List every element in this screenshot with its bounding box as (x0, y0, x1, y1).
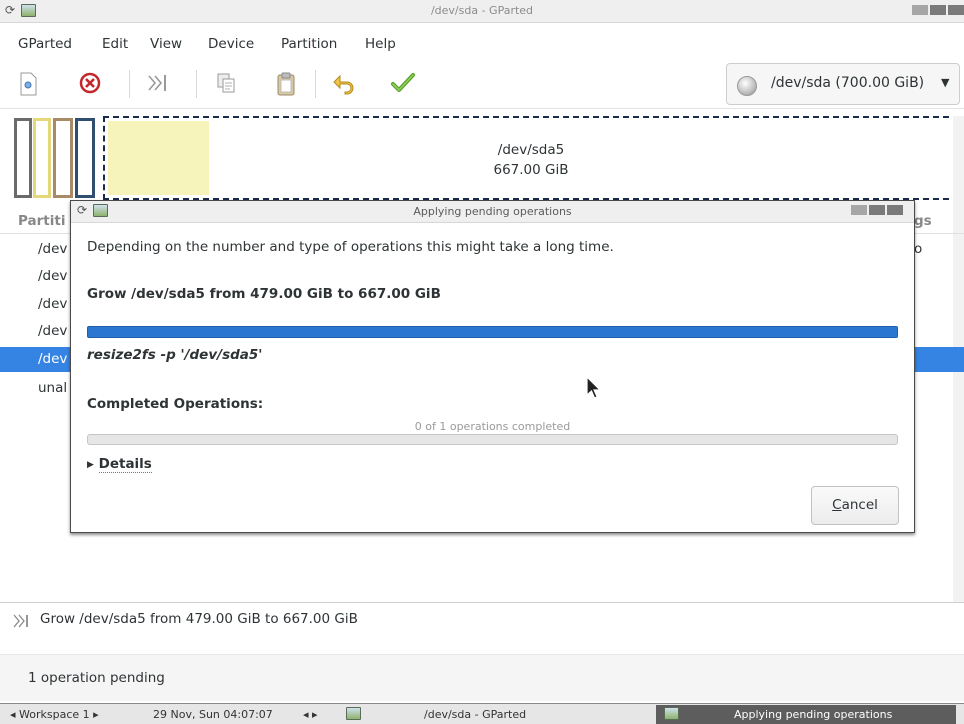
clock: 29 Nov, Sun 04:07:07 (153, 708, 273, 721)
resize-move-icon[interactable] (145, 71, 171, 97)
cancel-label-rest: ancel (841, 497, 878, 513)
completed-operations-heading: Completed Operations: (87, 396, 264, 412)
partition-size: 667.00 GiB (493, 162, 569, 178)
cancel-mnemonic: C (832, 497, 842, 513)
partition-block-1[interactable] (14, 118, 32, 198)
expander-arrow-icon: ▶ (87, 460, 94, 470)
partition-flags: o (914, 241, 923, 257)
dialog-description: Depending on the number and type of oper… (87, 239, 614, 255)
partition-block-sda5[interactable]: /dev/sda5 667.00 GiB (103, 116, 959, 200)
partition-block-label: /dev/sda5 667.00 GiB (105, 140, 957, 180)
column-header-flags[interactable]: gs (914, 213, 932, 229)
disk-map: /dev/sda5 667.00 GiB (14, 116, 959, 200)
partition-name: /dev/sda5 (497, 142, 565, 158)
minimize-button[interactable] (912, 5, 928, 15)
taskbar: ◂ Workspace 1 ▸ 29 Nov, Sun 04:07:07 ◂ ▸… (0, 703, 964, 724)
window-title: /dev/sda - GParted (430, 4, 534, 17)
cancel-button[interactable]: Cancel (811, 486, 899, 525)
mouse-pointer-icon (586, 376, 602, 399)
partition-path: /dev (38, 268, 68, 284)
clock-arrows[interactable]: ◂ ▸ (303, 708, 318, 721)
menu-help[interactable]: Help (365, 36, 396, 52)
minimize-button[interactable] (851, 205, 867, 215)
new-partition-icon[interactable] (15, 71, 41, 97)
toolbar-separator (315, 70, 316, 98)
current-operation-label: Grow /dev/sda5 from 479.00 GiB to 667.00… (87, 286, 441, 302)
column-header-partition[interactable]: Partiti (18, 213, 65, 229)
workspace-switcher[interactable]: ◂ Workspace 1 ▸ (10, 708, 99, 721)
partition-path: /dev (38, 323, 68, 339)
close-button[interactable] (887, 205, 903, 215)
window-controls[interactable] (912, 5, 964, 15)
toolbar-separator (129, 70, 130, 98)
close-button[interactable] (948, 5, 964, 15)
partition-block-2[interactable] (33, 118, 51, 198)
details-expander[interactable]: ▶ Details (87, 456, 152, 474)
task-gparted[interactable]: /dev/sda - GParted (424, 708, 526, 721)
current-operation-progress-bar (87, 326, 898, 338)
menubar: GParted Edit View Device Partition Help (0, 30, 964, 58)
partition-path: unal (38, 380, 68, 396)
menu-device[interactable]: Device (208, 36, 254, 52)
copy-icon[interactable] (213, 71, 239, 97)
apply-icon[interactable] (390, 71, 416, 97)
menu-partition[interactable]: Partition (281, 36, 337, 52)
menu-edit[interactable]: Edit (102, 36, 128, 52)
dialog-window-controls[interactable] (851, 205, 903, 215)
partition-path: /dev (38, 351, 68, 367)
harddisk-icon (737, 76, 757, 96)
partition-path: /dev (38, 241, 68, 257)
dialog-titlebar[interactable]: ⟳ Applying pending operations (71, 201, 914, 223)
pending-operations-pane: Grow /dev/sda5 from 479.00 GiB to 667.00… (0, 602, 964, 655)
menu-view[interactable]: View (150, 36, 182, 52)
current-command-label: resize2fs -p '/dev/sda5' (87, 347, 263, 363)
maximize-button[interactable] (869, 205, 885, 215)
total-progress-bar (87, 434, 898, 445)
chevron-down-icon: ▼ (941, 76, 950, 89)
device-selector[interactable]: /dev/sda (700.00 GiB) ▼ (726, 63, 960, 105)
apply-operations-dialog: ⟳ Applying pending operations Depending … (70, 200, 915, 533)
task-applying-operations[interactable]: Applying pending operations (656, 705, 956, 724)
resize-move-icon (13, 614, 28, 628)
partition-block-4[interactable] (75, 118, 95, 198)
undo-icon[interactable] (331, 71, 357, 97)
task-app-icon (346, 707, 361, 720)
toolbar-separator (196, 70, 197, 98)
device-label: /dev/sda (700.00 GiB) (771, 75, 925, 91)
window-titlebar[interactable]: ⟳ /dev/sda - GParted (0, 0, 964, 23)
task-label: Applying pending operations (734, 708, 893, 721)
paste-icon[interactable] (273, 71, 299, 97)
partition-block-3[interactable] (53, 118, 73, 198)
toolbar: /dev/sda (700.00 GiB) ▼ (0, 58, 964, 109)
menu-gparted[interactable]: GParted (18, 36, 72, 52)
completed-operations-count: 0 of 1 operations completed (414, 420, 571, 433)
task-app-icon (664, 707, 679, 720)
operation-text: Grow /dev/sda5 from 479.00 GiB to 667.00… (40, 611, 358, 627)
dialog-title: Applying pending operations (413, 205, 572, 218)
delete-icon[interactable] (77, 71, 103, 97)
status-text: 1 operation pending (28, 670, 165, 686)
partition-path: /dev (38, 296, 68, 312)
details-label: Details (98, 456, 152, 473)
maximize-button[interactable] (930, 5, 946, 15)
statusbar: 1 operation pending (0, 654, 964, 701)
